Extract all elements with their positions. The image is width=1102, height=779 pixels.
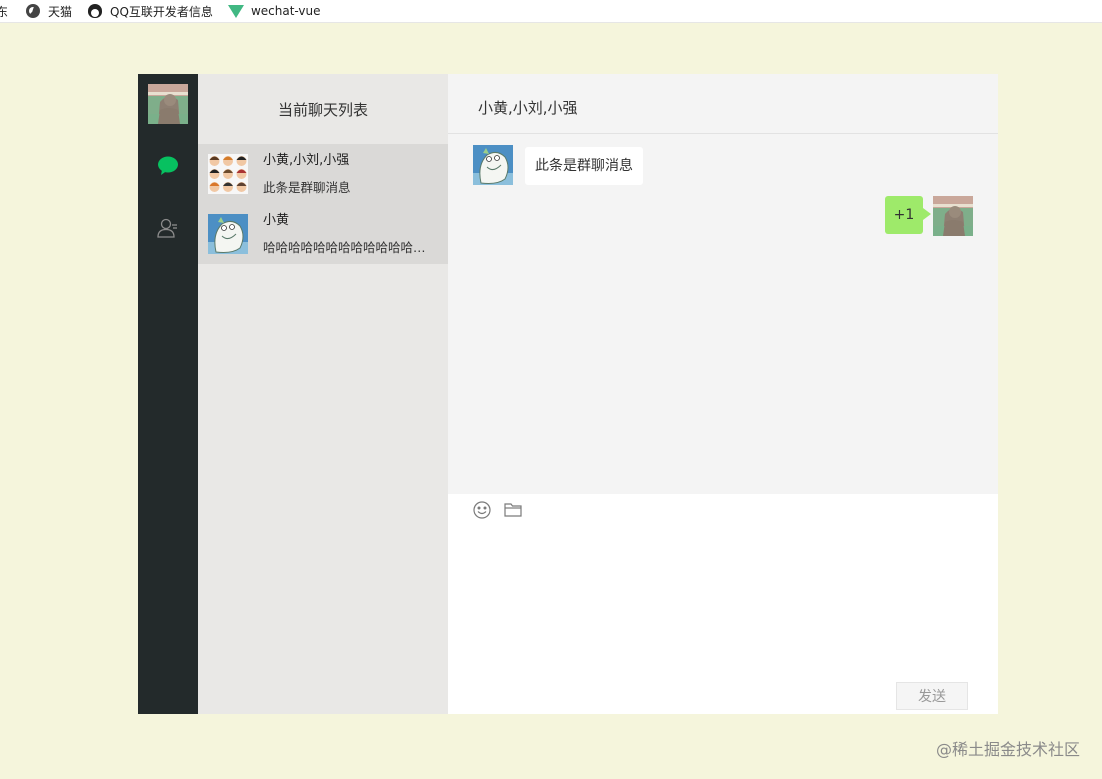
- message-composer: 发送: [448, 494, 998, 714]
- group-avatar: [208, 154, 248, 194]
- bookmark-label: 天猫: [48, 4, 73, 19]
- sidebar: [138, 74, 198, 714]
- chat-list-title: 当前聊天列表: [277, 100, 368, 119]
- chat-title: 小黄,小刘,小强: [448, 74, 998, 134]
- session-last-message: 哈哈哈哈哈哈哈哈哈哈哈哈哈哈哈: [263, 239, 433, 255]
- session-name: 小黄: [263, 212, 290, 228]
- message-input[interactable]: [468, 528, 978, 668]
- sender-avatar[interactable]: [473, 145, 513, 185]
- chat-list-panel: 当前聊天列表 小黄,小刘,小强 此条是群聊消息 小黄 哈哈哈哈哈哈哈哈哈哈哈哈哈…: [198, 74, 448, 714]
- contact-avatar: [208, 214, 248, 254]
- bookmark-tmall[interactable]: 天猫: [26, 3, 72, 20]
- session-last-message: 此条是群聊消息: [263, 179, 351, 195]
- bookmark-wechat-vue[interactable]: wechat-vue: [227, 4, 321, 18]
- bookmarks-bar: 东 天猫 QQ互联开发者信息 wechat-vue: [0, 0, 1102, 23]
- folder-icon[interactable]: [503, 500, 523, 520]
- chat-bubble-icon[interactable]: [156, 154, 180, 178]
- contacts-icon[interactable]: [156, 216, 180, 240]
- my-message-avatar[interactable]: [933, 196, 973, 236]
- wechat-app: 当前聊天列表 小黄,小刘,小强 此条是群聊消息 小黄 哈哈哈哈哈哈哈哈哈哈哈哈哈…: [138, 74, 998, 714]
- message-item-sent: +1: [885, 196, 973, 236]
- my-avatar[interactable]: [148, 84, 188, 124]
- vue-logo-icon: [227, 4, 244, 18]
- chat-window: 小黄,小刘,小强 此条是群聊消息 +1 发送: [448, 74, 998, 714]
- session-item[interactable]: 小黄,小刘,小强 此条是群聊消息: [198, 144, 448, 204]
- bookmark-label: QQ互联开发者信息: [110, 4, 213, 19]
- message-bubble: +1: [885, 196, 931, 234]
- session-name: 小黄,小刘,小强: [263, 152, 350, 168]
- bookmark-qq-connect[interactable]: QQ互联开发者信息: [88, 3, 213, 20]
- emoji-icon[interactable]: [472, 500, 492, 520]
- qq-penguin-icon: [88, 4, 103, 18]
- message-list: 此条是群聊消息 +1: [448, 135, 998, 494]
- message-bubble: 此条是群聊消息: [525, 147, 643, 185]
- bookmark-label: wechat-vue: [250, 4, 321, 18]
- session-item[interactable]: 小黄 哈哈哈哈哈哈哈哈哈哈哈哈哈哈哈: [198, 204, 448, 264]
- bookmark-jd[interactable]: 东: [0, 3, 8, 20]
- send-button[interactable]: 发送: [896, 682, 968, 710]
- watermark: @稀土掘金技术社区: [935, 740, 1080, 759]
- message-item-received: 此条是群聊消息: [473, 145, 643, 185]
- globe-icon: [26, 4, 41, 18]
- bookmark-label: 东: [0, 4, 9, 19]
